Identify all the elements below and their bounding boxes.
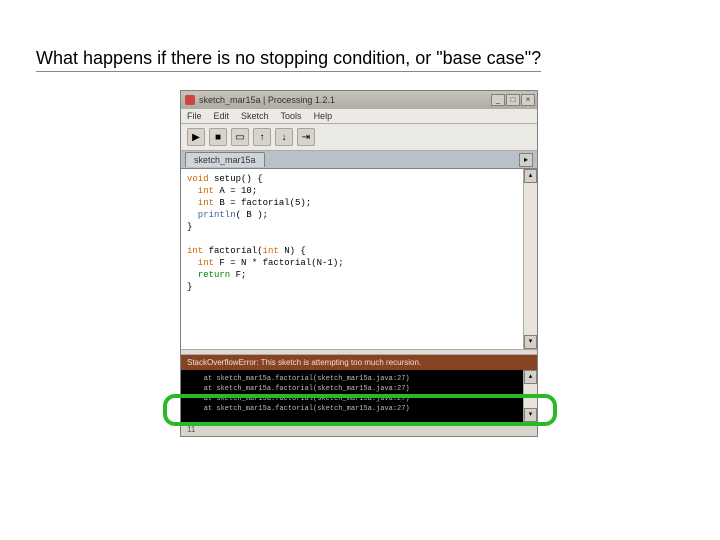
editor-area: void setup() { int A = 10; int B = facto… [181, 169, 537, 349]
menu-help[interactable]: Help [314, 111, 333, 121]
slide-title: What happens if there is no stopping con… [36, 48, 541, 72]
code-token: int [263, 246, 279, 256]
run-button[interactable]: ▶ [187, 128, 205, 146]
toolbar: ▶ ■ ▭ ↑ ↓ ⇥ [181, 124, 537, 151]
code-token: println [187, 210, 236, 220]
code-token: } [187, 282, 192, 292]
console-line: at sketch_mar15a.factorial(sketch_mar15a… [187, 395, 410, 403]
code-token: B = factorial(5); [214, 198, 311, 208]
code-token: int [187, 186, 214, 196]
code-token: void [187, 174, 209, 184]
code-token: F = N * factorial(N-1); [214, 258, 344, 268]
code-token: setup() { [209, 174, 263, 184]
tab-menu-button[interactable]: ▸ [519, 153, 533, 167]
stop-button[interactable]: ■ [209, 128, 227, 146]
error-banner: StackOverflowError: This sketch is attem… [181, 355, 537, 370]
scroll-up-icon[interactable]: ▴ [524, 169, 537, 183]
console-line: at sketch_mar15a.factorial(sketch_mar15a… [187, 375, 410, 383]
code-token: int [187, 258, 214, 268]
menu-tools[interactable]: Tools [281, 111, 302, 121]
code-token: int [187, 198, 214, 208]
console-scrollbar[interactable]: ▴ ▾ [523, 370, 537, 422]
code-token: } [187, 222, 192, 232]
new-button[interactable]: ▭ [231, 128, 249, 146]
menu-sketch[interactable]: Sketch [241, 111, 269, 121]
code-token: factorial( [203, 246, 262, 256]
menubar: File Edit Sketch Tools Help [181, 109, 537, 124]
console-area: at sketch_mar15a.factorial(sketch_mar15a… [181, 370, 537, 422]
close-button[interactable]: × [521, 94, 535, 106]
titlebar: sketch_mar15a | Processing 1.2.1 _ □ × [181, 91, 537, 109]
statusbar: 11 [181, 422, 537, 436]
menu-edit[interactable]: Edit [214, 111, 230, 121]
console-line: at sketch_mar15a.factorial(sketch_mar15a… [187, 385, 410, 393]
export-button[interactable]: ⇥ [297, 128, 315, 146]
menu-file[interactable]: File [187, 111, 202, 121]
code-token: int [187, 246, 203, 256]
save-button[interactable]: ↓ [275, 128, 293, 146]
open-button[interactable]: ↑ [253, 128, 271, 146]
code-token: N) { [279, 246, 306, 256]
code-token: A = 10; [214, 186, 257, 196]
maximize-button[interactable]: □ [506, 94, 520, 106]
scroll-up-icon[interactable]: ▴ [524, 370, 537, 384]
tab-sketch[interactable]: sketch_mar15a [185, 152, 265, 167]
console-output[interactable]: at sketch_mar15a.factorial(sketch_mar15a… [181, 370, 523, 422]
editor-scrollbar[interactable]: ▴ ▾ [523, 169, 537, 349]
code-editor[interactable]: void setup() { int A = 10; int B = facto… [181, 169, 523, 349]
processing-window: sketch_mar15a | Processing 1.2.1 _ □ × F… [180, 90, 538, 437]
code-token: F; [230, 270, 246, 280]
scroll-down-icon[interactable]: ▾ [524, 335, 537, 349]
window-title: sketch_mar15a | Processing 1.2.1 [199, 95, 335, 105]
tabbar: sketch_mar15a ▸ [181, 151, 537, 169]
code-token: return [187, 270, 230, 280]
app-icon [185, 95, 195, 105]
scroll-down-icon[interactable]: ▾ [524, 408, 537, 422]
minimize-button[interactable]: _ [491, 94, 505, 106]
code-token: ( B ); [236, 210, 268, 220]
console-line: at sketch_mar15a.factorial(sketch_mar15a… [187, 405, 410, 413]
